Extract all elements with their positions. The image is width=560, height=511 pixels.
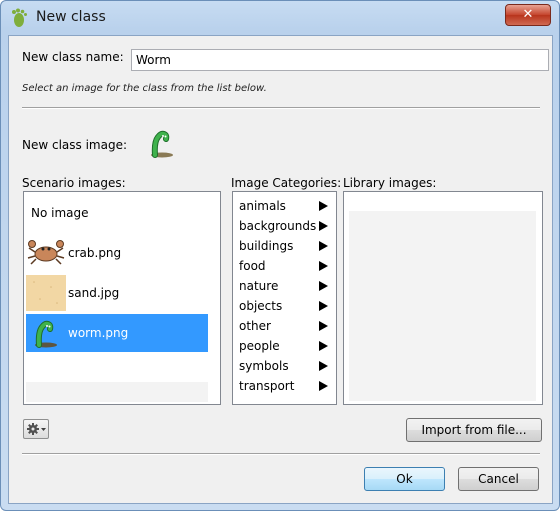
image-categories-list[interactable]: animals backgrounds buildings food natur… [232, 191, 337, 405]
library-images-area [349, 211, 536, 401]
category-backgrounds[interactable]: backgrounds [239, 216, 332, 236]
scenario-images-list[interactable]: No image crab.png sand.jpg worm.png [23, 191, 221, 405]
ok-button[interactable]: Ok [364, 467, 445, 491]
category-people[interactable]: people [239, 336, 332, 356]
window-title: New class [36, 9, 106, 25]
scenario-item-no-image[interactable]: No image [26, 194, 208, 232]
scenario-item-worm[interactable]: worm.png [26, 314, 208, 352]
submenu-arrow-icon [319, 341, 328, 351]
submenu-arrow-icon [319, 261, 328, 271]
separator [22, 453, 540, 455]
category-label: transport [239, 379, 295, 393]
list-item-label: crab.png [68, 246, 122, 260]
category-other[interactable]: other [239, 316, 332, 336]
category-food[interactable]: food [239, 256, 332, 276]
submenu-arrow-icon [319, 301, 328, 311]
scenario-item-crab[interactable]: crab.png [26, 234, 208, 272]
category-label: objects [239, 299, 283, 313]
category-label: animals [239, 199, 286, 213]
close-button[interactable]: ✕ [505, 4, 551, 26]
new-class-dialog: New class ✕ New class name: Select an im… [0, 0, 560, 511]
hint-text: Select an image for the class from the l… [22, 83, 267, 94]
submenu-arrow-icon [319, 381, 328, 391]
gear-icon [27, 423, 46, 435]
greenfoot-app-icon [10, 8, 28, 28]
list-empty-area [26, 382, 208, 402]
category-label: nature [239, 279, 279, 293]
submenu-arrow-icon [319, 281, 328, 291]
submenu-arrow-icon [319, 201, 328, 211]
submenu-arrow-icon [319, 361, 328, 371]
separator [22, 107, 540, 109]
category-symbols[interactable]: symbols [239, 356, 332, 376]
sand-icon [26, 275, 66, 311]
image-categories-label: Image Categories: [231, 176, 342, 190]
category-label: backgrounds [239, 219, 317, 233]
cancel-button[interactable]: Cancel [458, 467, 539, 491]
list-item-label: No image [31, 206, 89, 220]
options-gear-button[interactable] [23, 419, 49, 439]
category-nature[interactable]: nature [239, 276, 332, 296]
dialog-content: New class name: Select an image for the … [8, 35, 553, 504]
category-objects[interactable]: objects [239, 296, 332, 316]
library-images-label: Library images: [343, 176, 437, 190]
class-name-label: New class name: [22, 50, 124, 64]
worm-icon [26, 315, 66, 351]
import-from-file-button[interactable]: Import from file... [406, 418, 542, 442]
chevron-down-icon [41, 428, 46, 431]
category-label: buildings [239, 239, 294, 253]
list-item-label: worm.png [68, 326, 129, 340]
submenu-arrow-icon [319, 221, 328, 231]
class-image-label: New class image: [22, 138, 128, 152]
submenu-arrow-icon [319, 321, 328, 331]
category-transport[interactable]: transport [239, 376, 332, 396]
category-animals[interactable]: animals [239, 196, 332, 216]
category-label: symbols [239, 359, 289, 373]
category-label: food [239, 259, 266, 273]
list-item-label: sand.jpg [68, 286, 120, 300]
scenario-images-label: Scenario images: [22, 176, 126, 190]
category-label: people [239, 339, 280, 353]
category-buildings[interactable]: buildings [239, 236, 332, 256]
crab-icon [26, 235, 66, 271]
category-label: other [239, 319, 271, 333]
title-bar[interactable]: New class ✕ [1, 1, 559, 35]
class-image-preview [149, 128, 175, 161]
scenario-item-sand[interactable]: sand.jpg [26, 274, 208, 312]
library-images-list[interactable] [343, 191, 543, 405]
submenu-arrow-icon [319, 241, 328, 251]
class-name-input[interactable] [131, 49, 549, 71]
